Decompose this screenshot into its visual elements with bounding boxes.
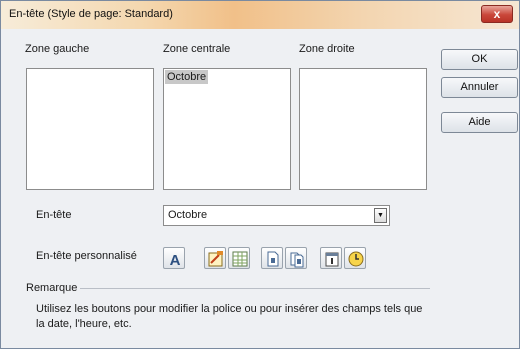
title-field-button[interactable]	[204, 247, 226, 269]
font-button[interactable]: A	[163, 247, 185, 269]
ok-button[interactable]: OK	[441, 49, 518, 70]
filename-field-icon	[232, 251, 248, 267]
date-field-icon	[325, 252, 339, 267]
font-icon: A	[170, 252, 181, 268]
window-title: En-tête (Style de page: Standard)	[9, 8, 173, 20]
page-field-icon	[267, 251, 279, 267]
dialog-window: En-tête (Style de page: Standard) x Zone…	[0, 0, 520, 349]
custom-header-label: En-tête personnalisé	[36, 250, 137, 262]
header-select-value: Octobre	[168, 209, 208, 221]
remark-heading: Remarque	[26, 282, 82, 294]
center-zone-text: Octobre	[165, 70, 209, 84]
header-label: En-tête	[36, 209, 72, 221]
page-count-field-icon	[290, 252, 304, 268]
title-bar[interactable]: En-tête (Style de page: Standard) x	[1, 1, 519, 29]
time-field-button[interactable]	[344, 247, 366, 269]
header-editor-panel: Zone gauche Zone centrale Zone droite Oc…	[17, 29, 437, 347]
page-field-button[interactable]	[261, 247, 283, 269]
dropdown-arrow-icon[interactable]: ▼	[374, 208, 387, 223]
help-button[interactable]: Aide	[441, 112, 518, 133]
page-count-field-button[interactable]	[285, 247, 307, 269]
remark-divider	[80, 288, 430, 289]
right-zone-editor[interactable]	[299, 68, 427, 190]
center-zone-label: Zone centrale	[163, 43, 231, 55]
title-field-icon	[208, 251, 223, 267]
left-zone-editor[interactable]	[26, 68, 154, 190]
time-field-icon	[348, 251, 364, 267]
cancel-button[interactable]: Annuler	[441, 77, 518, 98]
remark-text: Utilisez les boutons pour modifier la po…	[36, 303, 423, 330]
svg-text:A: A	[170, 252, 181, 268]
date-field-button[interactable]	[320, 247, 342, 269]
filename-field-button[interactable]	[228, 247, 250, 269]
right-zone-label: Zone droite	[299, 43, 355, 55]
left-zone-label: Zone gauche	[25, 43, 90, 55]
center-zone-editor[interactable]: Octobre	[163, 68, 291, 190]
close-button[interactable]: x	[481, 5, 513, 23]
header-select[interactable]: Octobre ▼	[163, 205, 390, 226]
